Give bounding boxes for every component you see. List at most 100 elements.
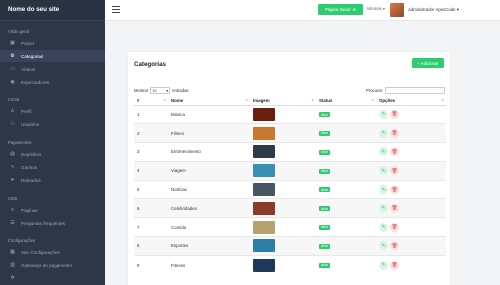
pages-icon: ≡ [11, 207, 14, 213]
sidebar-item[interactable]: ▥ Gateways de pagamento [0, 259, 105, 271]
edit-icon[interactable]: ✎ [379, 241, 388, 251]
video-icon: ▭ [10, 66, 15, 72]
edit-icon[interactable]: ✎ [379, 147, 388, 157]
row-options-cell: ✎ 🗑 [376, 104, 446, 124]
row-options-cell: ✎ 🗑 [376, 236, 446, 256]
row-options-cell: ✎ 🗑 [376, 254, 446, 275]
column-header-id[interactable]: # ⇅ [134, 97, 168, 106]
user-menu[interactable]: Administrador ApexCode ▾ [408, 7, 459, 13]
edit-icon[interactable]: ✎ [379, 128, 388, 138]
table-row: 5 Notícias Ativo ✎ 🗑 [134, 179, 446, 199]
column-header-name[interactable]: Nome ⇅ [168, 97, 250, 106]
row-name: Filmes [168, 123, 250, 143]
sidebar-item-label: Retirados [21, 177, 41, 183]
category-thumbnail [253, 107, 275, 121]
row-name: Viagem [168, 160, 250, 181]
sidebar-item[interactable]: ▤ Depósitos [0, 148, 105, 160]
entries-length-select[interactable]: 10 ▾ [150, 87, 171, 94]
add-category-button[interactable]: + Adicionar [412, 58, 444, 68]
table-row: 9 Fitness Ativo ✎ 🗑 [134, 254, 446, 275]
sidebar-item[interactable]: ▭ Vídeos [0, 63, 105, 75]
edit-icon[interactable]: ✎ [379, 222, 388, 232]
language-label: Idiomas [367, 6, 382, 11]
row-options-cell: ✎ 🗑 [376, 160, 446, 181]
category-thumbnail [253, 258, 275, 272]
row-status-cell: Ativo [316, 179, 376, 199]
brand-title[interactable]: Nome do seu site [0, 0, 105, 21]
sidebar-item[interactable]: ☰ Perguntas frequentes [0, 217, 105, 229]
row-id: 6 [134, 198, 168, 218]
delete-icon[interactable]: 🗑 [390, 260, 399, 270]
search-label: Procurar: [366, 88, 384, 93]
sidebar-section-title: Conta [8, 97, 20, 102]
table-row: 7 Comida Ativo ✎ 🗑 [134, 217, 446, 237]
sidebar-item-label: Depósitos [21, 151, 42, 157]
row-options-cell: ✎ 🗑 [376, 179, 446, 199]
menu-toggle-icon[interactable] [112, 6, 120, 13]
sidebar-item-label: Site Configurações [21, 249, 60, 255]
delete-icon[interactable]: 🗑 [390, 222, 399, 232]
language-dropdown[interactable]: Idiomas ▾ [367, 6, 385, 11]
column-header-image[interactable]: Imagem ⇅ [250, 97, 316, 106]
category-thumbnail [253, 126, 275, 140]
edit-icon[interactable]: ✎ [379, 203, 388, 213]
sidebar-item[interactable]: ✲ [0, 272, 105, 284]
sidebar-item-label: Perfil [21, 108, 32, 114]
table-search: Procurar: [366, 87, 446, 94]
edit-icon[interactable]: ✎ [379, 109, 388, 119]
table-body: 1 Música Ativo ✎ 🗑 2 Filmes Ativo ✎ 🗑 3 Entretenime… [134, 104, 446, 275]
edit-icon[interactable]: ✎ [379, 260, 388, 270]
status-badge: Ativo [319, 262, 331, 268]
sidebar-item[interactable]: ♙ Perfil [0, 105, 105, 117]
sidebar-item[interactable]: ≡ Páginas [0, 204, 105, 216]
category-thumbnail [253, 201, 275, 215]
delete-icon[interactable]: 🗑 [390, 185, 399, 195]
table-row: 4 Viagem Ativo ✎ 🗑 [134, 160, 446, 181]
row-image-cell [250, 179, 316, 199]
sidebar-item[interactable]: ◉ Espectadores [0, 76, 105, 88]
sidebar-item-label: Perguntas frequentes [21, 220, 65, 226]
sidebar-section-title: Configurações [8, 238, 36, 243]
sidebar-item[interactable]: ▣ Painel [0, 37, 105, 49]
status-badge: Ativo [319, 224, 331, 230]
cog-icon: ✲ [10, 275, 15, 281]
sidebar-item-label: Vídeos [21, 66, 36, 72]
sidebar-item[interactable]: ▦ Site Configurações [0, 246, 105, 258]
sidebar-item[interactable]: ⚇ Usuários [0, 118, 105, 130]
row-image-cell [250, 104, 316, 124]
row-name: Notícias [168, 179, 250, 199]
dashboard-icon: ▣ [10, 40, 15, 46]
edit-icon[interactable]: ✎ [379, 185, 388, 195]
table-row: 6 Celebridades Ativo ✎ 🗑 [134, 198, 446, 218]
search-input[interactable] [385, 87, 446, 94]
avatar[interactable] [390, 3, 404, 17]
column-header-options[interactable]: Opções ⇅ [376, 97, 446, 106]
row-status-cell: Ativo [316, 236, 376, 256]
column-header-status[interactable]: Status ⇅ [316, 97, 376, 106]
row-id: 1 [134, 104, 168, 124]
send-icon: ➤ [352, 6, 357, 12]
status-badge: Ativo [319, 149, 331, 155]
entries-length-value: 10 [152, 88, 157, 93]
sidebar-item[interactable]: ➤ Retirados [0, 174, 105, 186]
delete-icon[interactable]: 🗑 [390, 203, 399, 213]
sidebar-item-label: Painel [21, 40, 34, 46]
status-badge: Ativo [319, 187, 331, 193]
edit-icon[interactable]: ✎ [379, 166, 388, 176]
delete-icon[interactable]: 🗑 [390, 166, 399, 176]
row-name: Celebridades [168, 198, 250, 218]
row-id: 5 [134, 179, 168, 199]
delete-icon[interactable]: 🗑 [390, 241, 399, 251]
row-status-cell: Ativo [316, 123, 376, 143]
table-row: 2 Filmes Ativo ✎ 🗑 [134, 123, 446, 143]
delete-icon[interactable]: 🗑 [390, 128, 399, 138]
sidebar-item[interactable]: ⚙ Categorias [0, 50, 105, 62]
delete-icon[interactable]: 🗑 [390, 147, 399, 157]
row-status-cell: Ativo [316, 104, 376, 124]
home-page-button[interactable]: Página Inicial ➤ [318, 4, 363, 15]
category-thumbnail [253, 145, 275, 159]
row-image-cell [250, 217, 316, 237]
gear-icon: ⚙ [10, 53, 15, 59]
sidebar-item[interactable]: ∿ Ganhos [0, 161, 105, 173]
delete-icon[interactable]: 🗑 [390, 109, 399, 119]
